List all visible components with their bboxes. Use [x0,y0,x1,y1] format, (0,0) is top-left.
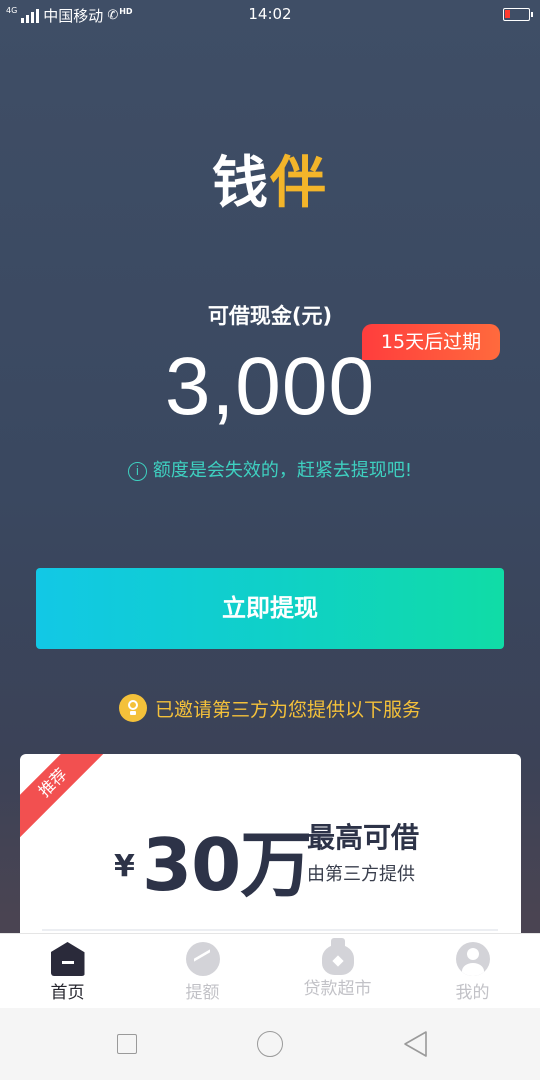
withdraw-button[interactable]: 立即提现 [36,568,504,649]
logo-char-ban: 伴 [270,151,328,216]
status-bar: 4G 中国移动 ✆ HD 14:02 [0,0,540,30]
tab-loan-market[interactable]: 贷款超市 [270,934,405,1008]
max-limit-value: 30万 [142,823,312,907]
system-nav-bar [0,1008,540,1080]
expire-badge: 15天后过期 [362,324,500,360]
status-time: 14:02 [248,5,292,23]
back-nav-button[interactable] [402,1030,428,1058]
card-divider [42,929,498,931]
user-icon [455,942,490,976]
tab-home[interactable]: 首页 [0,934,135,1008]
third-party-tip-text: 已邀请第三方为您提供以下服务 [154,699,421,721]
tab-label: 首页 [50,983,85,1003]
expire-warning-text: 额度是会失效的，赶紧去提现吧! [152,460,413,481]
tab-mine[interactable]: 我的 [405,934,540,1008]
max-limit-title: 最高可借 [307,821,420,854]
bottom-tab-bar: 首页 提额 贷款超市 我的 [0,933,540,1008]
tab-raise-limit[interactable]: 提额 [135,934,270,1008]
third-party-tip: 已邀请第三方为您提供以下服务 [0,694,540,722]
currency-symbol: ¥ [114,849,135,884]
bulb-icon [118,694,147,722]
tab-label: 提额 [185,983,220,1003]
loan-promo-card[interactable]: 推荐 ¥ 30万 最高可借 由第三方提供 [20,754,521,954]
money-bag-icon [321,938,354,975]
provider-note: 由第三方提供 [307,864,415,885]
logo-char-qian: 钱 [212,151,270,216]
recommend-ribbon: 推荐 [20,754,110,840]
app-screen: 4G 中国移动 ✆ HD 14:02 钱伴 可借现金(元) 3,000 15天后… [0,0,540,1080]
trend-icon [185,942,220,976]
home-icon [50,942,85,976]
info-icon: i [127,462,147,481]
home-nav-button[interactable] [257,1031,283,1057]
expire-warning: i 额度是会失效的，赶紧去提现吧! [0,456,540,482]
recent-apps-button[interactable] [117,1034,137,1054]
tab-label: 贷款超市 [303,979,372,999]
app-logo: 钱伴 [0,138,540,219]
battery-icon [503,8,533,21]
battery-level [505,10,510,18]
tab-label: 我的 [455,983,490,1003]
